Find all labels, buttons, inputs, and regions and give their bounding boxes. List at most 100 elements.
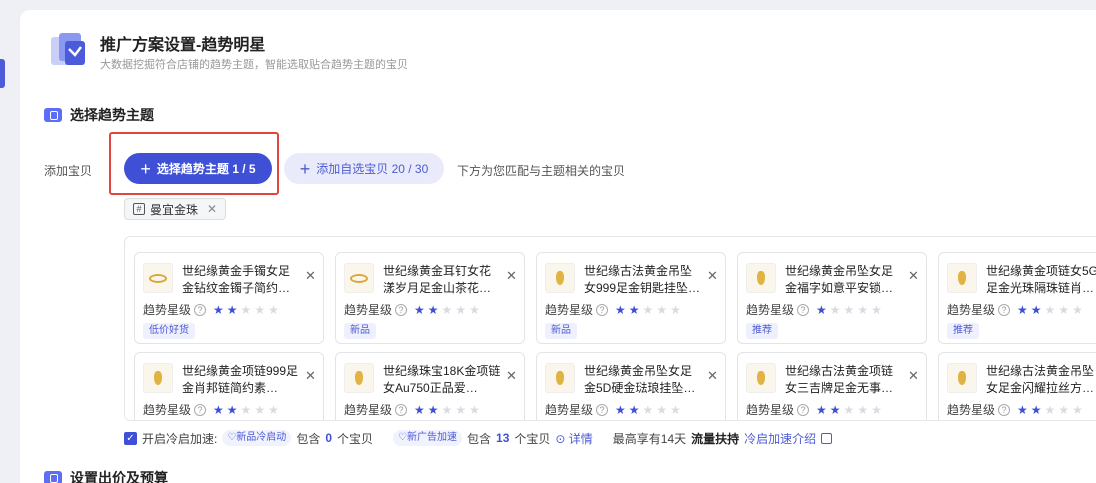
product-card[interactable]: 世纪缘黄金耳钉女花漾岁月足金山茶花… ✕ 趋势星级? ★ ★ ★ ★ ★ 新品	[335, 252, 525, 344]
product-image	[947, 363, 977, 393]
star-icon: ★	[871, 302, 882, 317]
star-icon: ★	[656, 402, 668, 417]
product-card[interactable]: 世纪缘古法黄金吊坠女足金闪耀拉丝方…✕趋势星级?★★★★★	[938, 352, 1096, 420]
product-image	[143, 363, 173, 393]
star-icon: ★	[642, 302, 654, 317]
add-custom-items-button[interactable]: + 添加自选宝贝 20 / 30	[284, 153, 444, 184]
remove-product-icon[interactable]: ✕	[305, 268, 316, 284]
trend-rating: 趋势星级? ★ ★ ★ ★ ★	[344, 302, 480, 318]
help-icon[interactable]: ?	[596, 303, 609, 316]
star-icon: ★	[1072, 402, 1083, 417]
product-card[interactable]: 世纪缘古法黄金项链女三吉牌足金无事… ✕ 趋势星级? ★ ★ ★ ★ ★	[737, 352, 927, 420]
help-icon[interactable]: ?	[194, 403, 207, 416]
star-icon: ★	[1030, 402, 1042, 417]
product-card[interactable]: 世纪缘黄金吊坠女足金福字如意平安锁… ✕ 趋势星级? ★ ★ ★ ★ ★ 推荐	[737, 252, 927, 344]
remove-product-icon[interactable]: ✕	[305, 368, 316, 384]
product-badge: 新品	[545, 323, 577, 339]
match-hint: 下方为您匹配与主题相关的宝贝	[457, 164, 626, 178]
theme-tag[interactable]: # 曼宜金珠 ✕	[124, 198, 227, 220]
star-icon: ★	[455, 302, 467, 317]
product-image	[344, 263, 374, 293]
star-icon: ★	[455, 402, 467, 417]
star-icon: ★	[1030, 302, 1042, 317]
star-icon: ★	[427, 302, 439, 317]
help-icon[interactable]: ?	[998, 303, 1011, 316]
product-card[interactable]: 世纪缘珠宝18K金项链女Au750正品爱… ✕ 趋势星级? ★ ★ ★ ★ ★	[335, 352, 525, 420]
product-card[interactable]: 世纪缘古法黄金吊坠女999足金钥匙挂坠… ✕ 趋势星级? ★ ★ ★ ★ ★ 新品	[536, 252, 726, 344]
trend-rating: 趋势星级? ★ ★ ★ ★ ★	[143, 302, 279, 318]
cold-start-intro-link[interactable]: 冷启加速介绍	[744, 430, 816, 447]
trend-rating: 趋势星级? ★ ★ ★ ★ ★	[143, 402, 279, 418]
plus-icon: +	[299, 158, 311, 179]
product-name: 世纪缘黄金手镯女足金钻纹金镯子简约…	[182, 264, 291, 295]
star-icon: ★	[843, 402, 855, 417]
product-image	[746, 363, 776, 393]
product-card[interactable]: 世纪缘黄金吊坠女足金5D硬金琺琅挂坠… ✕ 趋势星级? ★ ★ ★ ★ ★	[536, 352, 726, 420]
external-link-icon	[821, 432, 833, 444]
section-select-theme: 选择趋势主题	[44, 105, 154, 125]
help-icon[interactable]: ?	[998, 403, 1011, 416]
product-badge: 推荐	[947, 323, 979, 339]
star-icon: ★	[1017, 302, 1028, 317]
remove-product-icon[interactable]: ✕	[506, 368, 517, 384]
product-name: 世纪缘黄金项链999足金肖邦链简约素…	[182, 364, 299, 395]
star-icon: ★	[1058, 302, 1070, 317]
plus-icon: +	[140, 158, 151, 179]
star-icon: ★	[240, 302, 252, 317]
product-badge: 推荐	[746, 323, 778, 339]
star-icon: ★	[1044, 302, 1056, 317]
product-name: 世纪缘黄金吊坠女足金福字如意平安锁…	[785, 264, 894, 295]
star-icon: ★	[240, 402, 252, 417]
star-icon: ★	[857, 302, 869, 317]
star-icon: ★	[254, 302, 266, 317]
star-icon: ★	[615, 402, 626, 417]
remove-tag-icon[interactable]: ✕	[207, 202, 217, 216]
product-image	[947, 263, 977, 293]
star-icon: ★	[268, 302, 279, 317]
star-icon: ★	[254, 402, 266, 417]
section-icon	[44, 471, 62, 483]
star-icon: ★	[857, 402, 869, 417]
product-card[interactable]: 世纪缘黄金手镯女足金钻纹金镯子简约… ✕ 趋势星级? ★ ★ ★ ★ ★ 低价好货	[134, 252, 324, 344]
product-name: 世纪缘黄金耳钉女花漾岁月足金山茶花…	[383, 264, 492, 295]
page-subtitle: 大数据挖掘符合店铺的趋势主题，智能选取贴合趋势主题的宝贝	[100, 59, 408, 71]
help-icon[interactable]: ?	[797, 403, 810, 416]
cold-start-checkbox[interactable]: ✓	[124, 431, 137, 445]
star-icon: ★	[226, 302, 238, 317]
remove-product-icon[interactable]: ✕	[908, 368, 919, 384]
product-image	[143, 263, 173, 293]
star-icon: ★	[670, 402, 681, 417]
product-name: 世纪缘珠宝18K金项链女Au750正品爱…	[383, 364, 501, 395]
product-badge: 新品	[344, 323, 376, 339]
help-icon[interactable]: ?	[395, 303, 408, 316]
star-icon: ★	[441, 402, 453, 417]
product-image	[746, 263, 776, 293]
detail-link[interactable]: ⊙ 详情	[555, 430, 592, 447]
product-name: 世纪缘黄金吊坠女足金5D硬金琺琅挂坠…	[584, 364, 696, 395]
star-icon: ★	[213, 302, 224, 317]
help-icon[interactable]: ?	[395, 403, 408, 416]
star-icon: ★	[1072, 302, 1083, 317]
help-icon[interactable]: ?	[797, 303, 810, 316]
star-icon: ★	[268, 402, 279, 417]
campaign-logo-icon	[51, 33, 85, 65]
remove-product-icon[interactable]: ✕	[707, 268, 718, 284]
product-card[interactable]: 世纪缘黄金项链999足金肖邦链简约素… ✕ 趋势星级? ★ ★ ★ ★ ★	[134, 352, 324, 420]
help-icon[interactable]: ?	[194, 303, 207, 316]
product-badge: 低价好货	[143, 323, 195, 339]
product-name: 世纪缘古法黄金吊坠女999足金钥匙挂坠…	[584, 264, 701, 295]
remove-product-icon[interactable]: ✕	[908, 268, 919, 284]
remove-product-icon[interactable]: ✕	[707, 368, 718, 384]
star-icon: ★	[469, 302, 480, 317]
star-icon: ★	[1044, 402, 1056, 417]
section-bid-budget: 设置出价及预算	[44, 468, 168, 483]
star-icon: ★	[469, 402, 480, 417]
cold-start-row: ✓ 开启冷启加速: ♡新品冷启动 包含 0 个宝贝 ♡新广告加速 包含 13 个宝贝 ⊙…	[124, 429, 833, 447]
star-icon: ★	[829, 402, 841, 417]
trend-rating: 趋势星级? ★ ★ ★ ★ ★	[947, 402, 1083, 418]
select-theme-button[interactable]: + 选择趋势主题 1 / 5	[124, 153, 272, 184]
trend-rating: 趋势星级? ★ ★ ★ ★ ★	[545, 402, 681, 418]
product-card[interactable]: 世纪缘黄金项链女5G足金光珠隔珠链肖…✕趋势星级?★★★★★推荐	[938, 252, 1096, 344]
help-icon[interactable]: ?	[596, 403, 609, 416]
remove-product-icon[interactable]: ✕	[506, 268, 517, 284]
